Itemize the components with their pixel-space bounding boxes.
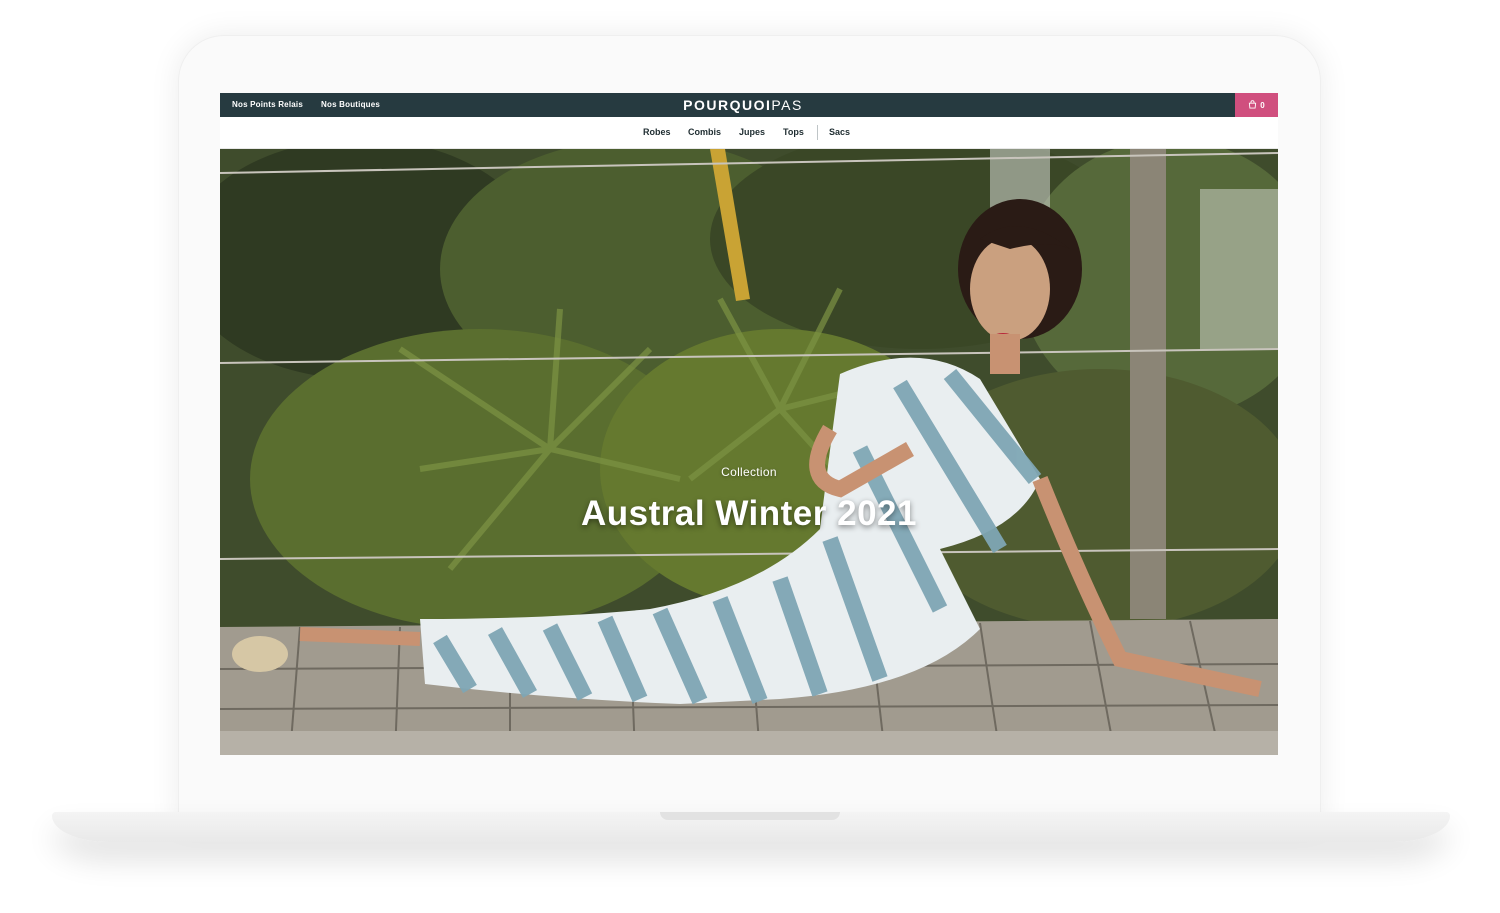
nav-item-tops[interactable]: Tops bbox=[783, 127, 804, 137]
browser-screen: Nos Points Relais Nos Boutiques POURQUOI… bbox=[220, 93, 1278, 755]
top-bar: Nos Points Relais Nos Boutiques POURQUOI… bbox=[220, 93, 1278, 117]
hero-banner[interactable]: Collection Austral Winter 2021 bbox=[220, 149, 1278, 755]
nav-item-jupes[interactable]: Jupes bbox=[739, 127, 765, 137]
cart-count: 0 bbox=[1260, 100, 1265, 110]
nav-item-robes[interactable]: Robes bbox=[643, 127, 671, 137]
cart-button[interactable]: 0 bbox=[1235, 93, 1278, 117]
hero-title: Austral Winter 2021 bbox=[581, 494, 917, 533]
brand-logo-light: PAS bbox=[771, 97, 803, 113]
nav-item-combis[interactable]: Combis bbox=[688, 127, 721, 137]
laptop-notch bbox=[660, 812, 840, 820]
brand-logo[interactable]: POURQUOIPAS bbox=[680, 97, 806, 113]
brand-logo-bold: POURQUOI bbox=[683, 97, 772, 113]
link-points-relais[interactable]: Nos Points Relais bbox=[232, 100, 303, 109]
shopping-bag-icon bbox=[1248, 99, 1257, 111]
hero-photo bbox=[220, 149, 1278, 755]
nav-item-sacs[interactable]: Sacs bbox=[829, 127, 850, 137]
hero-subtitle: Collection bbox=[721, 465, 777, 479]
nav-divider bbox=[817, 125, 818, 140]
main-nav: Robes Combis Jupes Tops Sacs bbox=[220, 117, 1278, 149]
link-boutiques[interactable]: Nos Boutiques bbox=[321, 100, 380, 109]
